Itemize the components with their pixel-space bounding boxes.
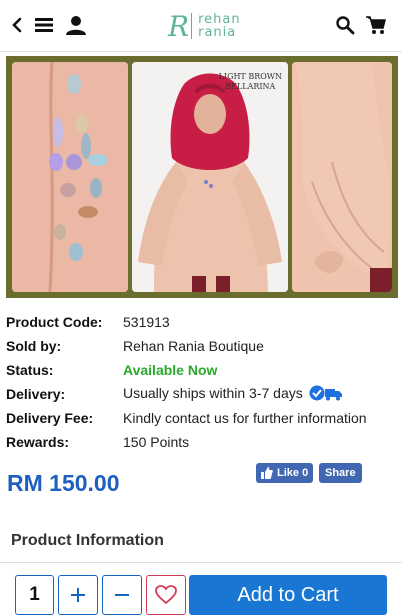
back-chevron-icon[interactable] <box>4 12 30 38</box>
facebook-share-button[interactable]: Share <box>319 463 362 483</box>
detail-value: 150 Points <box>123 434 190 450</box>
logo-monogram: R <box>168 9 189 43</box>
detail-row-status: Status: Available Now <box>6 358 398 382</box>
brand-logo[interactable]: R rehan rania <box>168 9 241 43</box>
logo-word-2: rania <box>198 25 237 40</box>
sleeve-closeup-panel <box>292 62 392 292</box>
product-price: RM 150.00 <box>7 470 120 496</box>
detail-label: Delivery: <box>6 386 66 402</box>
add-to-cart-button[interactable]: Add to Cart <box>189 575 387 615</box>
facebook-share-label: Share <box>325 467 356 479</box>
facebook-like-label: Like 0 <box>277 467 309 479</box>
product-details: Product Code: 531913 Sold by: Rehan Rani… <box>6 310 398 454</box>
increase-quantity-button[interactable] <box>58 575 98 615</box>
status-value: Available Now <box>123 362 218 378</box>
detail-label: Rewards: <box>6 434 70 450</box>
product-information-heading[interactable]: Product Information <box>11 532 164 550</box>
logo-wordmark: rehan rania <box>198 13 241 39</box>
embellishment-closeup-panel <box>12 62 128 292</box>
detail-label: Sold by: <box>6 338 62 354</box>
detail-value: Usually ships within 3-7 days <box>123 385 343 404</box>
detail-row-delivery-fee: Delivery Fee: Kindly contact us for furt… <box>6 406 398 430</box>
logo-divider <box>191 13 193 39</box>
detail-row-sold-by: Sold by: Rehan Rania Boutique <box>6 334 398 358</box>
delivery-value: Usually ships within 3-7 days <box>123 384 303 401</box>
quantity-field[interactable]: 1 <box>15 575 54 615</box>
menu-icon[interactable] <box>31 12 57 38</box>
caption-style: BELLARINA <box>225 82 276 91</box>
detail-value: 531913 <box>123 314 170 330</box>
caption-color: LIGHT BROWN <box>218 72 282 81</box>
decrease-quantity-button[interactable] <box>102 575 142 615</box>
detail-row-delivery: Delivery: Usually ships within 3-7 days <box>6 382 398 406</box>
image-caption: LIGHT BROWN BELLARINA <box>219 72 282 92</box>
shopping-cart-icon[interactable] <box>363 12 389 38</box>
add-to-cart-bar: 1 Add to Cart <box>0 562 402 616</box>
search-icon[interactable] <box>332 12 358 38</box>
thumbs-up-icon <box>261 467 273 479</box>
user-account-icon[interactable] <box>63 12 89 38</box>
detail-row-product-code: Product Code: 531913 <box>6 310 398 334</box>
verified-shipping-icon <box>309 385 343 404</box>
detail-label: Delivery Fee: <box>6 410 94 426</box>
add-to-wishlist-button[interactable] <box>146 575 186 615</box>
detail-row-rewards: Rewards: 150 Points <box>6 430 398 454</box>
top-navigation-bar: R rehan rania <box>0 0 402 52</box>
detail-label: Product Code: <box>6 314 103 330</box>
detail-value: Kindly contact us for further informatio… <box>123 410 367 426</box>
product-image[interactable]: LIGHT BROWN BELLARINA <box>6 56 398 298</box>
detail-label: Status: <box>6 362 54 378</box>
plus-icon <box>71 588 85 602</box>
minus-icon <box>115 594 129 596</box>
model-photo-panel: LIGHT BROWN BELLARINA <box>132 62 288 292</box>
detail-value: Rehan Rania Boutique <box>123 338 264 354</box>
heart-icon <box>155 585 177 605</box>
facebook-like-button[interactable]: Like 0 <box>256 463 314 483</box>
